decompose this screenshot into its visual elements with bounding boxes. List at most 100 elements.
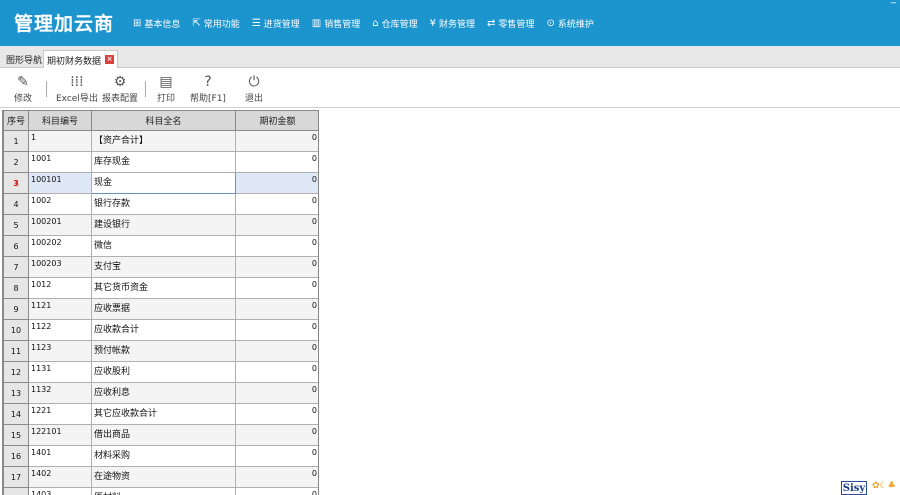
account-name-cell[interactable]: 应收利息 <box>91 382 236 404</box>
table-row[interactable]: 7 100203 支付宝 0 <box>3 256 318 278</box>
menu-item-7[interactable]: ⊙ 系统维护 <box>546 17 593 30</box>
table-row[interactable]: 3 100101 现金 0 <box>3 172 318 194</box>
account-code-cell[interactable]: 122101 <box>28 424 92 446</box>
account-code-cell[interactable]: 1131 <box>28 361 92 383</box>
table-row[interactable]: 5 100201 建设银行 0 <box>3 214 318 236</box>
table-row[interactable]: 9 1121 应收票据 0 <box>3 298 318 320</box>
opening-amount-cell[interactable]: 0 <box>235 445 318 467</box>
opening-amount-cell[interactable]: 0 <box>235 340 318 362</box>
account-code-cell[interactable]: 1122 <box>28 319 92 341</box>
opening-amount-cell[interactable]: 0 <box>235 172 318 194</box>
row-seq-cell[interactable]: 12 <box>3 361 29 383</box>
account-code-cell[interactable]: 1123 <box>28 340 92 362</box>
col-header-seq[interactable]: 序号 <box>3 110 29 131</box>
row-seq-cell[interactable]: 14 <box>3 403 29 425</box>
toolbar-button-2[interactable]: ⚙ 报表配置 <box>102 74 138 104</box>
menu-item-6[interactable]: ⇄ 零售管理 <box>487 17 534 30</box>
menu-item-4[interactable]: ⌂ 仓库管理 <box>372 17 417 30</box>
opening-amount-cell[interactable]: 0 <box>235 235 318 257</box>
col-header-code[interactable]: 科目编号 <box>28 110 92 131</box>
account-code-cell[interactable]: 1221 <box>28 403 92 425</box>
account-code-cell[interactable]: 1402 <box>28 466 92 488</box>
table-row[interactable]: 13 1132 应收利息 0 <box>3 382 318 404</box>
row-seq-cell[interactable]: 2 <box>3 151 29 173</box>
account-code-cell[interactable]: 1121 <box>28 298 92 320</box>
row-seq-cell[interactable]: 8 <box>3 277 29 299</box>
menu-item-1[interactable]: ⇱ 常用功能 <box>192 17 239 30</box>
toolbar-button-4[interactable]: ? 帮助[F1] <box>190 74 226 104</box>
toolbar-button-0[interactable]: ✎ 修改 <box>14 74 32 104</box>
row-seq-cell[interactable]: 16 <box>3 445 29 467</box>
account-name-cell[interactable]: 银行存款 <box>91 193 236 215</box>
ime-sisy-logo[interactable]: Sisy <box>841 481 867 495</box>
account-name-cell[interactable]: 应收款合计 <box>91 319 236 341</box>
row-seq-cell[interactable]: 7 <box>3 256 29 278</box>
opening-amount-cell[interactable]: 0 <box>235 256 318 278</box>
opening-amount-cell[interactable]: 0 <box>235 130 318 152</box>
account-name-cell[interactable]: 现金 <box>91 172 236 194</box>
account-code-cell[interactable]: 1 <box>28 130 92 152</box>
opening-amount-cell[interactable]: 0 <box>235 424 318 446</box>
row-seq-cell[interactable]: 11 <box>3 340 29 362</box>
row-seq-cell[interactable]: 1 <box>3 130 29 152</box>
account-name-cell[interactable]: 【资产合计】 <box>91 130 236 152</box>
account-name-cell[interactable]: 支付宝 <box>91 256 236 278</box>
table-row[interactable]: 6 100202 微信 0 <box>3 235 318 257</box>
account-name-cell[interactable]: 原材料 <box>91 487 236 495</box>
opening-amount-cell[interactable]: 0 <box>235 151 318 173</box>
account-name-cell[interactable]: 材料采购 <box>91 445 236 467</box>
table-row[interactable]: 12 1131 应收股利 0 <box>3 361 318 383</box>
account-code-cell[interactable]: 1002 <box>28 193 92 215</box>
row-seq-cell[interactable]: 13 <box>3 382 29 404</box>
account-code-cell[interactable]: 1403 <box>28 487 92 495</box>
table-row[interactable]: 8 1012 其它货币资金 0 <box>3 277 318 299</box>
table-row[interactable]: 16 1401 材料采购 0 <box>3 445 318 467</box>
account-code-cell[interactable]: 1132 <box>28 382 92 404</box>
col-header-amount[interactable]: 期初金额 <box>235 110 318 131</box>
opening-amount-cell[interactable]: 0 <box>235 466 318 488</box>
table-row[interactable]: 17 1402 在途物资 0 <box>3 466 318 488</box>
row-seq-cell[interactable]: 9 <box>3 298 29 320</box>
account-code-cell[interactable]: 100101 <box>28 172 92 194</box>
row-seq-cell[interactable]: 17 <box>3 466 29 488</box>
toolbar-button-5[interactable]: ⏻ 退出 <box>245 74 263 104</box>
opening-amount-cell[interactable]: 0 <box>235 319 318 341</box>
table-row[interactable]: 11 1123 预付帐款 0 <box>3 340 318 362</box>
account-code-cell[interactable]: 100202 <box>28 235 92 257</box>
row-seq-cell[interactable]: 4 <box>3 193 29 215</box>
toolbar-button-1[interactable]: ⁞⁞⁞ Excel导出 <box>56 74 98 104</box>
account-name-cell[interactable]: 应收票据 <box>91 298 236 320</box>
tab-graphic-nav[interactable]: 图形导航 <box>3 50 45 68</box>
account-name-cell[interactable]: 其它货币资金 <box>91 277 236 299</box>
table-row[interactable]: 2 1001 库存现金 0 <box>3 151 318 173</box>
opening-amount-cell[interactable]: 0 <box>235 361 318 383</box>
account-code-cell[interactable]: 1001 <box>28 151 92 173</box>
account-name-cell[interactable]: 微信 <box>91 235 236 257</box>
opening-amount-cell[interactable]: 0 <box>235 403 318 425</box>
account-name-cell[interactable]: 借出商品 <box>91 424 236 446</box>
account-code-cell[interactable]: 100203 <box>28 256 92 278</box>
table-row[interactable]: 4 1002 银行存款 0 <box>3 193 318 215</box>
row-seq-cell[interactable]: 10 <box>3 319 29 341</box>
row-seq-cell[interactable]: 15 <box>3 424 29 446</box>
account-name-cell[interactable]: 在途物资 <box>91 466 236 488</box>
row-seq-cell[interactable]: 3 <box>3 172 29 194</box>
opening-amount-cell[interactable]: 0 <box>235 382 318 404</box>
table-row[interactable]: 14 1221 其它应收款合计 0 <box>3 403 318 425</box>
close-icon[interactable]: × <box>105 55 115 64</box>
row-seq-cell[interactable]: 18 <box>3 487 29 495</box>
opening-amount-cell[interactable]: 0 <box>235 277 318 299</box>
menu-item-3[interactable]: ▥ 销售管理 <box>312 17 360 30</box>
menu-item-2[interactable]: ☰ 进货管理 <box>252 17 300 30</box>
account-name-cell[interactable]: 预付帐款 <box>91 340 236 362</box>
window-minimize-icon[interactable]: ‾ <box>891 2 896 13</box>
table-row[interactable]: 1 1 【资产合计】 0 <box>3 130 318 152</box>
opening-amount-cell[interactable]: 0 <box>235 298 318 320</box>
opening-amount-cell[interactable]: 0 <box>235 214 318 236</box>
table-row[interactable]: 10 1122 应收款合计 0 <box>3 319 318 341</box>
opening-amount-cell[interactable]: 0 <box>235 193 318 215</box>
account-name-cell[interactable]: 应收股利 <box>91 361 236 383</box>
table-row[interactable]: 15 122101 借出商品 0 <box>3 424 318 446</box>
row-seq-cell[interactable]: 6 <box>3 235 29 257</box>
tab-opening-finance[interactable]: 期初财务数据 × <box>43 50 119 68</box>
